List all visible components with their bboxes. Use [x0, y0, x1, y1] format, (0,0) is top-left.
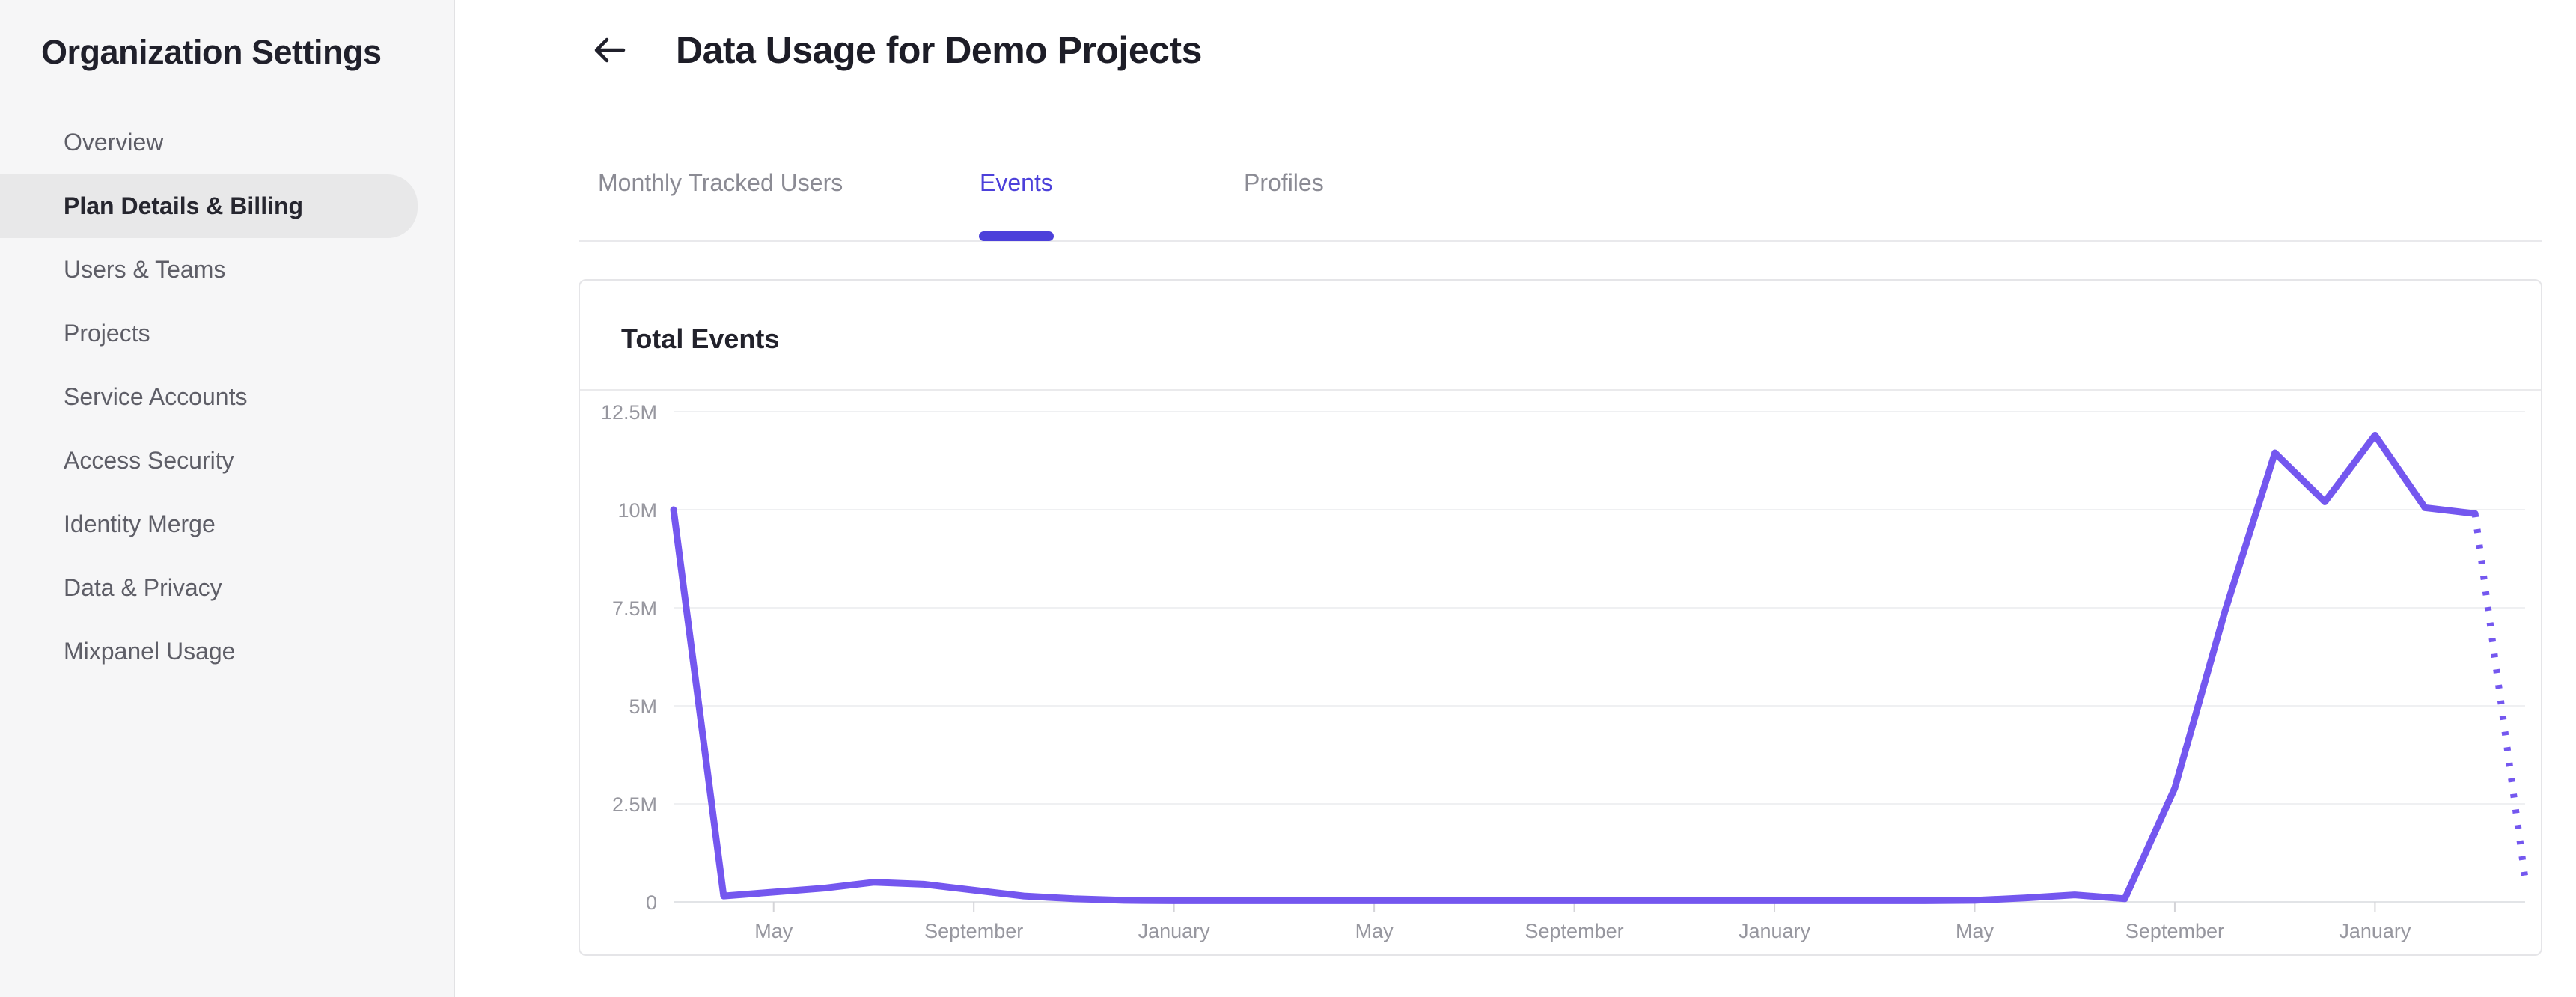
sidebar-item-users-teams[interactable]: Users & Teams	[0, 238, 454, 302]
page-title: Data Usage for Demo Projects	[676, 29, 1202, 71]
events-line-projected-dotted	[2471, 513, 2529, 879]
x-axis-label: September	[2125, 920, 2224, 942]
data-usage-page: { "sidebar": { "title": "Organization Se…	[0, 0, 2576, 997]
y-axis-label: 12.5M	[601, 401, 657, 424]
sidebar: Organization Settings Overview Plan Deta…	[0, 0, 455, 997]
x-axis-label: January	[2339, 920, 2411, 942]
tab-divider	[579, 240, 2542, 242]
sidebar-item-projects[interactable]: Projects	[0, 302, 454, 365]
sidebar-item-plan-details-billing[interactable]: Plan Details & Billing	[0, 174, 418, 238]
total-events-card: Total Events 12.5M 10M 7.5M 5M 2.5M 0 May Septe…	[579, 279, 2542, 956]
total-events-line-chart[interactable]: 12.5M 10M 7.5M 5M 2.5M 0 May September January Ma…	[580, 391, 2541, 954]
y-axis-label: 10M	[617, 499, 657, 522]
y-axis-label: 7.5M	[612, 597, 657, 620]
sidebar-title: Organization Settings	[41, 33, 382, 71]
x-axis-label: May	[754, 920, 793, 942]
tab-events[interactable]: Events	[980, 169, 1053, 197]
x-axis-label: January	[1138, 920, 1211, 942]
x-axis-label: May	[1956, 920, 1994, 942]
sidebar-item-identity-merge[interactable]: Identity Merge	[0, 493, 454, 556]
back-arrow-icon	[594, 37, 626, 63]
sidebar-item-overview[interactable]: Overview	[0, 111, 454, 174]
x-axis-label: January	[1739, 920, 1811, 942]
sidebar-item-access-security[interactable]: Access Security	[0, 429, 454, 493]
y-axis-label: 0	[646, 891, 657, 914]
sidebar-item-service-accounts[interactable]: Service Accounts	[0, 365, 454, 429]
x-axis-label: September	[924, 920, 1023, 942]
sidebar-item-mixpanel-usage[interactable]: Mixpanel Usage	[0, 620, 454, 683]
back-button[interactable]	[591, 32, 627, 68]
tab-profiles[interactable]: Profiles	[1244, 169, 1324, 197]
x-axis-label: September	[1525, 920, 1624, 942]
sidebar-item-data-privacy[interactable]: Data & Privacy	[0, 556, 454, 620]
chart-title: Total Events	[621, 323, 780, 354]
sidebar-nav: Overview Plan Details & Billing Users & …	[0, 111, 454, 683]
y-axis-label: 5M	[629, 695, 657, 718]
active-tab-indicator	[979, 231, 1054, 241]
x-axis-label: May	[1355, 920, 1394, 942]
events-line-solid	[670, 431, 2479, 904]
y-axis-label: 2.5M	[612, 793, 657, 816]
tab-monthly-tracked-users[interactable]: Monthly Tracked Users	[598, 169, 843, 197]
